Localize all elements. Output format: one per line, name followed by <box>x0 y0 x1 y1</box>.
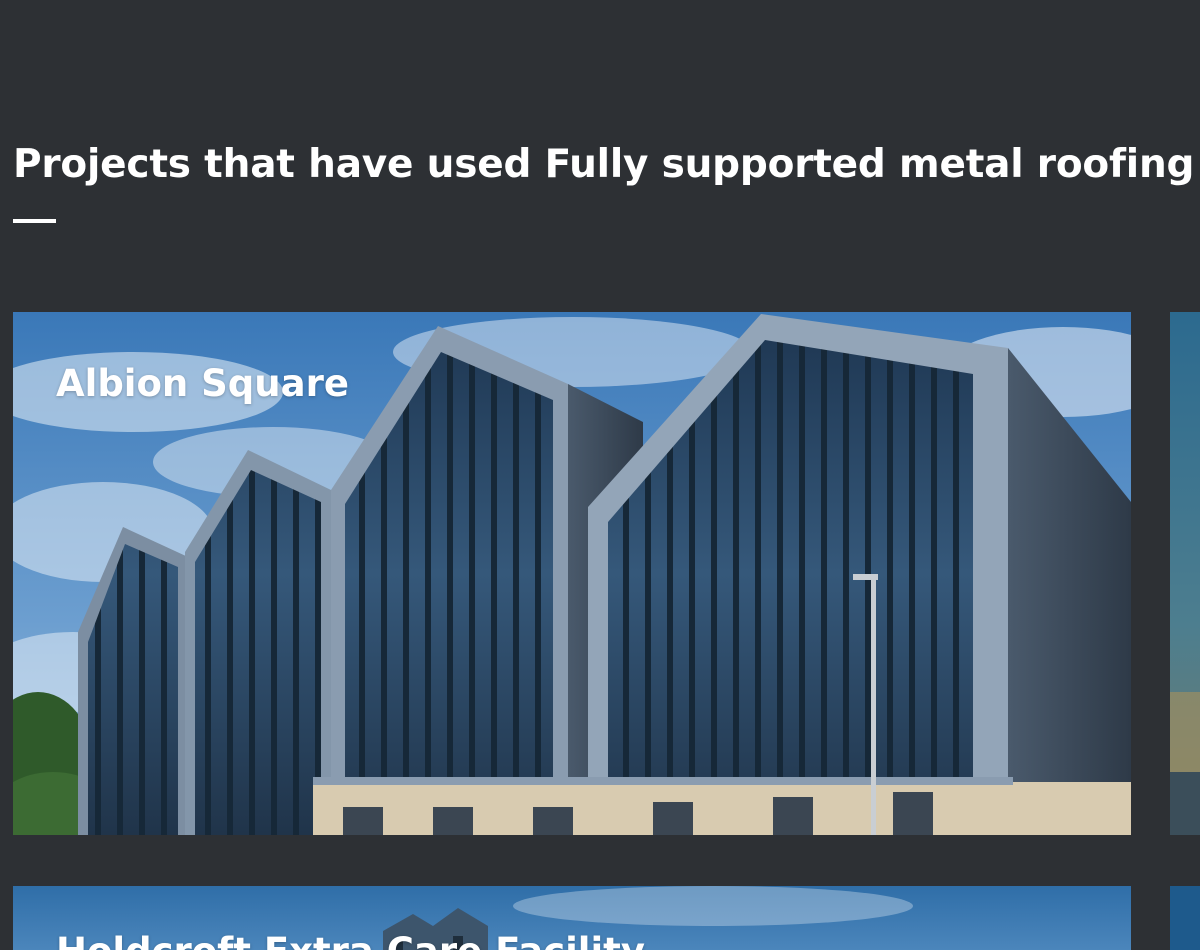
project-card-title: Holdcroft Extra Care Facility <box>56 930 645 950</box>
project-card-albion-square[interactable]: Albion Square <box>13 312 1131 835</box>
title-underline <box>13 219 56 223</box>
project-card-4[interactable] <box>1170 886 1200 950</box>
project-photo <box>1170 886 1200 950</box>
section-title: Projects that have used Fully supported … <box>13 142 1200 187</box>
project-card-2[interactable] <box>1170 312 1200 835</box>
project-card-title: Albion Square <box>56 362 349 405</box>
project-card-holdcroft[interactable]: Holdcroft Extra Care Facility <box>13 886 1131 950</box>
project-photo <box>1170 312 1200 835</box>
projects-section: Projects that have used Fully supported … <box>0 0 1200 950</box>
